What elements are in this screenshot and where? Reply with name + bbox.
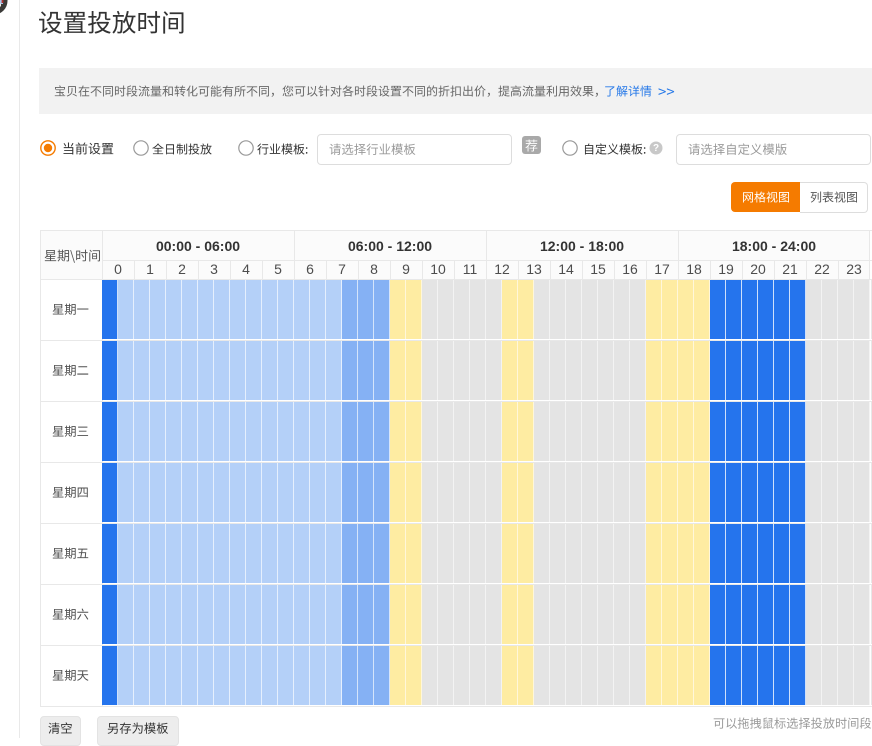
svg-text:?: ? <box>653 143 659 154</box>
